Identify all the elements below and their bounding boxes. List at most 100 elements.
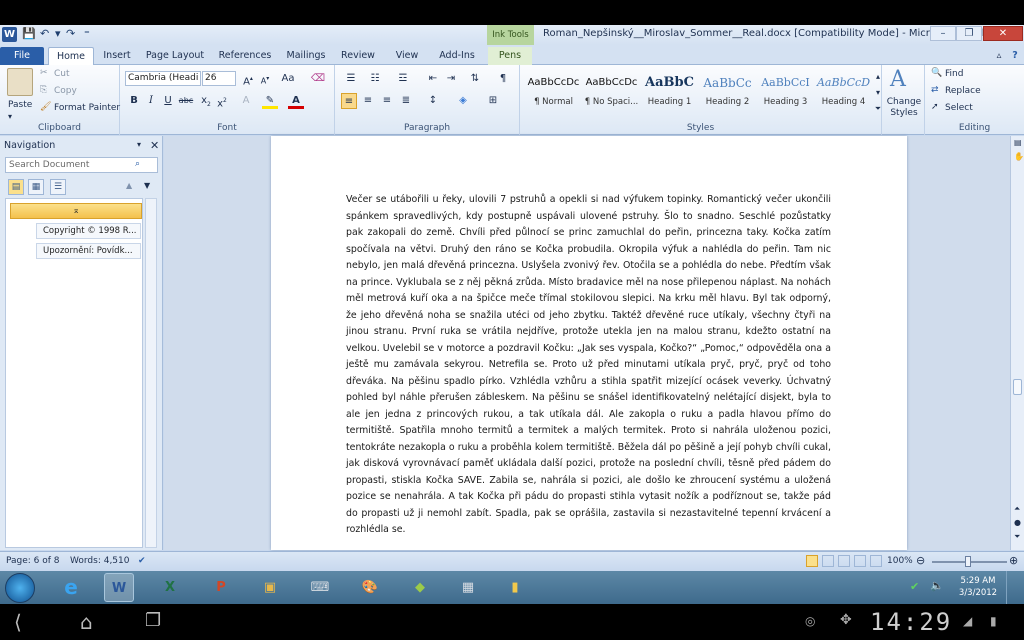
minimize-button[interactable]: – <box>930 26 956 41</box>
nav-scrollbar[interactable] <box>145 198 157 548</box>
grow-font-icon[interactable]: A▴ <box>240 71 256 87</box>
select-button[interactable]: Select <box>945 103 973 113</box>
clear-formatting-icon[interactable]: ⌫ <box>310 71 326 87</box>
tab-page-layout[interactable]: Page Layout <box>143 47 207 65</box>
screenshot-icon[interactable]: ◎ <box>805 614 815 628</box>
save-icon[interactable]: 💾 <box>22 27 36 43</box>
style-heading-2[interactable]: AaBbCc Heading 2 <box>699 69 756 119</box>
subscript-icon[interactable]: x2 <box>198 93 214 109</box>
change-styles-button[interactable]: Change Styles <box>884 97 924 119</box>
italic-icon[interactable]: I <box>143 93 159 109</box>
previous-heading-icon[interactable]: ▲ <box>126 181 132 190</box>
action-center-icon[interactable]: ✔ <box>910 580 919 593</box>
strikethrough-icon[interactable]: abc <box>178 93 194 109</box>
document-body-text[interactable]: Večer se utábořili u řeky, ulovili 7 pst… <box>346 192 831 539</box>
copy-button[interactable]: Copy <box>54 86 77 96</box>
align-left-icon[interactable]: ≡ <box>341 93 357 109</box>
numbering-icon[interactable]: ☷ <box>367 71 383 87</box>
show-desktop-button[interactable] <box>1006 571 1024 604</box>
tab-mailings[interactable]: Mailings <box>283 47 329 65</box>
bold-icon[interactable]: B <box>126 93 142 109</box>
photo-viewer-icon[interactable]: ▣ <box>255 573 285 602</box>
change-styles-icon[interactable]: A <box>890 67 906 92</box>
multilevel-list-icon[interactable]: ☲ <box>395 71 411 87</box>
paste-button[interactable]: Paste <box>8 100 32 110</box>
style-normal[interactable]: AaBbCcDc ¶ Normal <box>525 69 582 119</box>
tab-add-ins[interactable]: Add-Ins <box>434 47 480 65</box>
font-name-combo[interactable]: Cambria (Headi <box>125 71 201 86</box>
copy-icon[interactable]: ⎘ <box>40 85 47 95</box>
web-layout-icon[interactable] <box>838 555 850 567</box>
help-icon[interactable]: ? <box>1008 47 1022 65</box>
paint-icon[interactable]: 🎨 <box>355 573 385 602</box>
volume-icon[interactable]: 🔈 <box>930 579 944 592</box>
keyboard-icon[interactable]: ⌨ <box>305 573 335 602</box>
tab-review[interactable]: Review <box>338 47 378 65</box>
underline-icon[interactable]: U <box>160 93 176 109</box>
shading-icon[interactable]: ◈ <box>455 93 471 109</box>
next-page-icon[interactable]: ⏷ <box>1014 532 1020 542</box>
replace-button[interactable]: Replace <box>945 86 981 96</box>
undo-dropdown-icon[interactable]: ▾ <box>55 27 61 43</box>
font-size-combo[interactable]: 26 <box>202 71 236 86</box>
style-heading-3[interactable]: AaBbCcI Heading 3 <box>757 69 814 119</box>
word-taskbar-icon[interactable]: W <box>104 573 134 602</box>
replace-icon[interactable]: ⇄ <box>931 85 939 95</box>
tab-insert[interactable]: Insert <box>100 47 134 65</box>
find-icon[interactable]: 🔍 <box>931 68 942 78</box>
find-button[interactable]: Find <box>945 69 963 79</box>
outline-icon[interactable] <box>854 555 866 567</box>
ruler-toggle-icon[interactable]: ▤ <box>1014 138 1022 147</box>
customize-qat-icon[interactable]: ⁼ <box>84 27 90 43</box>
tab-home[interactable]: Home <box>48 47 94 66</box>
increase-indent-icon[interactable]: ⇥ <box>443 71 459 87</box>
bullets-icon[interactable]: ☰ <box>343 71 359 87</box>
format-painter-icon[interactable]: 🖌 <box>40 102 51 112</box>
style-no-spacing[interactable]: AaBbCcDc ¶ No Spaci... <box>583 69 640 119</box>
nav-options-icon[interactable]: ▾ <box>137 140 141 149</box>
nav-close-icon[interactable]: ✕ <box>150 139 159 152</box>
android-clock[interactable]: 14:29 <box>870 608 952 636</box>
document-page[interactable]: Večer se utábořili u řeky, ulovili 7 pst… <box>271 136 907 550</box>
text-effects-icon[interactable]: A <box>238 93 254 109</box>
maximize-button[interactable]: ❐ <box>956 26 982 41</box>
select-icon[interactable]: ➚ <box>931 102 939 112</box>
back-icon[interactable]: ⟨ <box>14 610 22 634</box>
start-button[interactable] <box>5 573 35 603</box>
superscript-icon[interactable]: x2 <box>214 93 230 109</box>
line-spacing-icon[interactable]: ↕ <box>425 93 441 109</box>
proofing-icon[interactable]: ✔ <box>138 556 146 566</box>
zoom-out-icon[interactable]: ⊖ <box>916 554 925 567</box>
cut-button[interactable]: Cut <box>54 69 70 79</box>
cut-icon[interactable]: ✂ <box>40 68 48 78</box>
shrink-font-icon[interactable]: A▾ <box>257 71 273 87</box>
redo-icon[interactable]: ↷ <box>66 27 75 43</box>
nav-heading-item[interactable]: ⌅ <box>10 203 142 219</box>
browse-headings-icon[interactable]: ▤ <box>8 179 24 195</box>
borders-icon[interactable]: ⊞ <box>485 93 501 109</box>
decrease-indent-icon[interactable]: ⇤ <box>425 71 441 87</box>
zoom-slider-thumb[interactable] <box>965 556 971 567</box>
explorer-folder-icon[interactable]: ▮ <box>500 573 530 602</box>
font-color-icon[interactable]: A <box>288 93 304 109</box>
change-case-icon[interactable]: Aa <box>280 71 296 87</box>
tray-clock[interactable]: 5:29 AM 3/3/2012 <box>958 575 998 599</box>
print-layout-icon[interactable] <box>806 555 818 567</box>
page-count[interactable]: Page: 6 of 8 <box>6 556 60 566</box>
tab-pens[interactable]: Pens <box>488 47 532 65</box>
calculator-icon[interactable]: ▦ <box>453 573 483 602</box>
align-right-icon[interactable]: ≡ <box>379 93 395 109</box>
tab-view[interactable]: View <box>389 47 425 65</box>
word-count[interactable]: Words: 4,510 <box>70 556 129 566</box>
show-formatting-icon[interactable]: ¶ <box>495 71 511 87</box>
paste-dropdown-icon[interactable]: ▾ <box>8 112 12 121</box>
zoom-level[interactable]: 100% <box>887 556 913 566</box>
scroll-thumb[interactable] <box>1013 379 1022 395</box>
close-button[interactable]: ✕ <box>983 26 1023 41</box>
paste-icon[interactable] <box>7 68 33 96</box>
highlight-icon[interactable]: ✎ <box>262 93 278 109</box>
undo-icon[interactable]: ↶ <box>40 27 49 43</box>
select-browse-object-icon[interactable]: ● <box>1014 518 1021 527</box>
powerpoint-icon[interactable]: P <box>206 573 236 602</box>
zoom-in-icon[interactable]: ⊕ <box>1009 554 1018 567</box>
